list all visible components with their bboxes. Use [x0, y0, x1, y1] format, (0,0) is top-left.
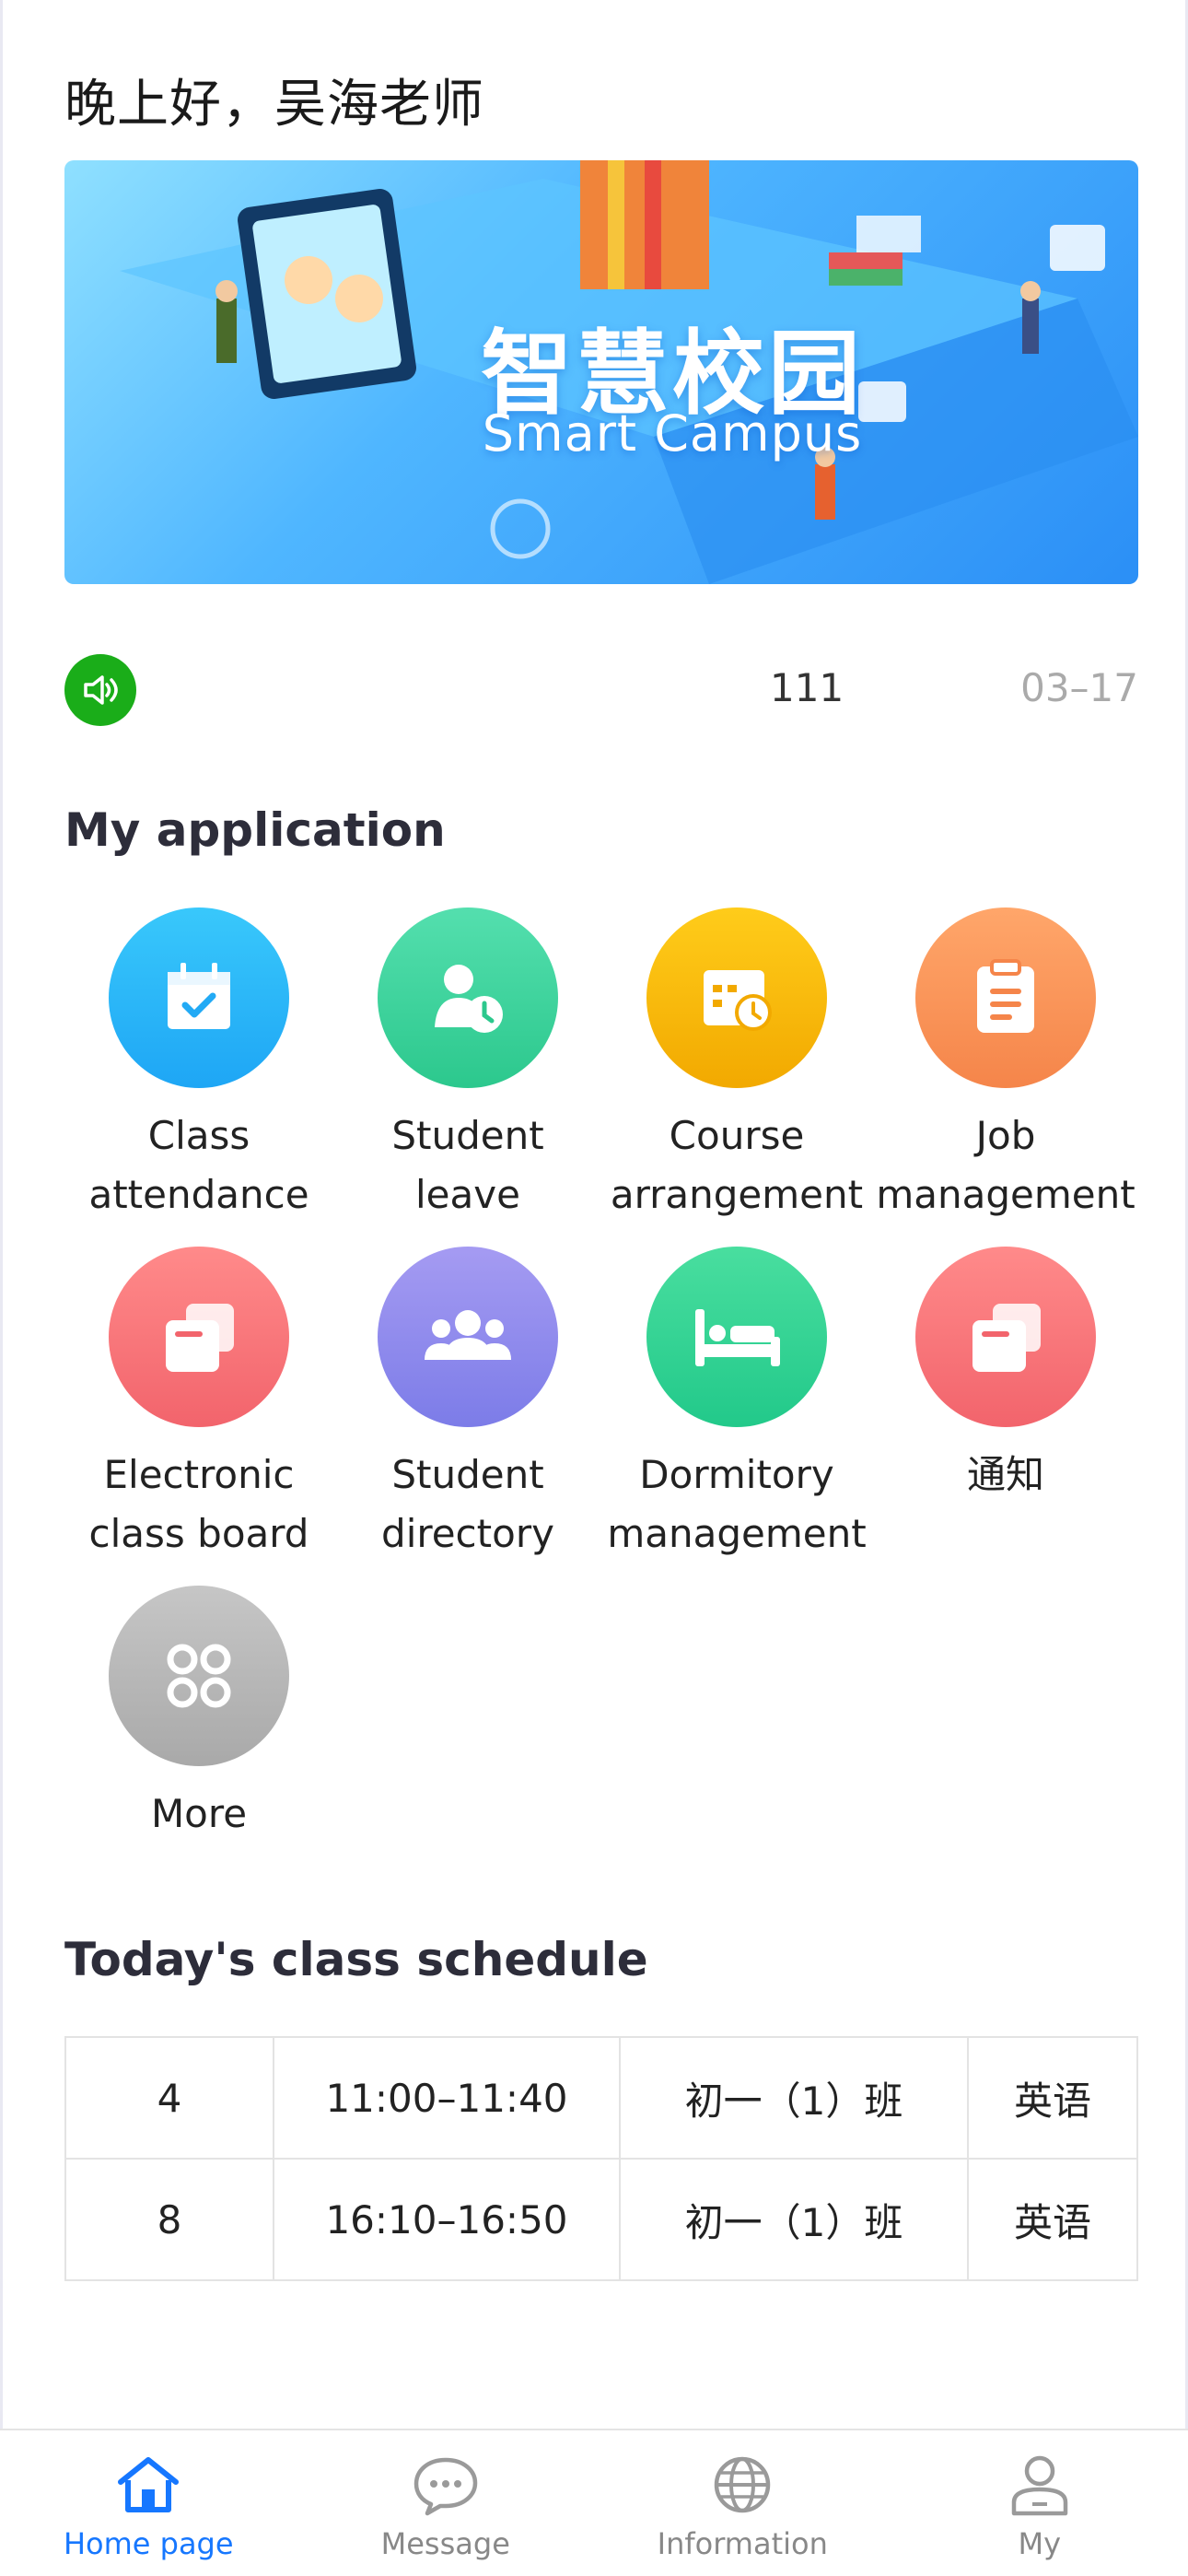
greeting-title: 晚上好，吴海老师: [64, 75, 484, 135]
class-cell: 初一（1）班: [619, 2158, 969, 2281]
period-cell: 8: [64, 2158, 274, 2281]
app-label-line2: management: [876, 1172, 1136, 1217]
subject-cell: 英语: [967, 2036, 1138, 2160]
app-label-line1: Class: [147, 1113, 250, 1158]
app-label-line1: 通知: [966, 1452, 1044, 1497]
app-label-line2: class board: [88, 1511, 309, 1556]
app-course-arrangement[interactable]: Course arrangement: [602, 907, 871, 1224]
class-cell: 初一（1）班: [619, 2036, 969, 2160]
app-label-line1: Job: [975, 1113, 1036, 1158]
app-label-line1: Student: [391, 1452, 544, 1497]
app-more[interactable]: More: [64, 1586, 333, 1844]
message-icon: [413, 2457, 477, 2516]
table-row[interactable]: 4 11:00–11:40 初一（1）班 英语: [64, 2036, 1138, 2160]
notice-bar[interactable]: 111 03–17: [64, 654, 1138, 728]
app-job-management[interactable]: Job management: [871, 907, 1140, 1224]
tab-label: My: [1018, 2526, 1062, 2561]
app-label-line1: Course: [669, 1113, 805, 1158]
app-label-line1: More: [150, 1791, 248, 1836]
left-edge: [0, 0, 3, 2576]
calendar-check-icon: [109, 907, 289, 1088]
app-label-line1: Electronic: [103, 1452, 295, 1497]
screen: 晚上好，吴海老师 智慧校园 Smart Campus 111 03–17 My …: [0, 0, 1188, 2576]
app-electronic-class-board[interactable]: Electronic class board: [64, 1247, 333, 1563]
subject-cell: 英语: [967, 2158, 1138, 2281]
schedule-title: Today's class schedule: [64, 1933, 648, 1986]
my-application-title: My application: [64, 803, 446, 857]
bed-icon: [646, 1247, 827, 1427]
tab-my[interactable]: My: [891, 2430, 1188, 2576]
tab-label: Information: [657, 2526, 828, 2561]
smart-campus-banner[interactable]: 智慧校园 Smart Campus: [64, 160, 1138, 584]
cards-icon: [915, 1247, 1096, 1427]
tab-home-page[interactable]: Home page: [0, 2430, 297, 2576]
tab-label: Message: [380, 2526, 510, 2561]
bottom-tab-bar: Home page Message Information My: [0, 2429, 1188, 2576]
grid-icon: [109, 1586, 289, 1766]
app-label-line2: directory: [381, 1511, 554, 1556]
app-label-line2: arrangement: [610, 1172, 864, 1217]
group-icon: [378, 1247, 558, 1427]
app-dormitory-management[interactable]: Dormitory management: [602, 1247, 871, 1563]
cards-icon: [109, 1247, 289, 1427]
class-schedule-table: 4 11:00–11:40 初一（1）班 英语 8 16:10–16:50 初一…: [64, 2036, 1138, 2281]
schedule-clock-icon: [646, 907, 827, 1088]
app-class-attendance[interactable]: Class attendance: [64, 907, 333, 1224]
app-label-line1: Student leave: [391, 1113, 544, 1217]
app-student-leave[interactable]: Student leave: [333, 907, 602, 1224]
table-row[interactable]: 8 16:10–16:50 初一（1）班 英语: [64, 2158, 1138, 2281]
app-label-line1: Dormitory: [639, 1452, 834, 1497]
time-cell: 16:10–16:50: [273, 2158, 621, 2281]
tab-label: Home page: [63, 2526, 234, 2561]
user-icon: [1011, 2455, 1067, 2516]
period-cell: 4: [64, 2036, 274, 2160]
time-cell: 11:00–11:40: [273, 2036, 621, 2160]
notice-date: 03–17: [1020, 665, 1138, 710]
banner-subtitle: Smart Campus: [482, 404, 863, 463]
tab-information[interactable]: Information: [594, 2430, 891, 2576]
app-notification[interactable]: 通知: [871, 1247, 1140, 1505]
speaker-icon: [64, 654, 136, 726]
globe-icon: [715, 2456, 771, 2513]
person-clock-icon: [378, 907, 558, 1088]
app-student-directory[interactable]: Student directory: [333, 1247, 602, 1563]
app-label-line2: attendance: [88, 1172, 309, 1217]
tab-message[interactable]: Message: [297, 2430, 595, 2576]
app-label-line2: management: [607, 1511, 867, 1556]
clipboard-icon: [915, 907, 1096, 1088]
home-icon: [118, 2457, 180, 2512]
notice-text: 111: [770, 665, 844, 710]
